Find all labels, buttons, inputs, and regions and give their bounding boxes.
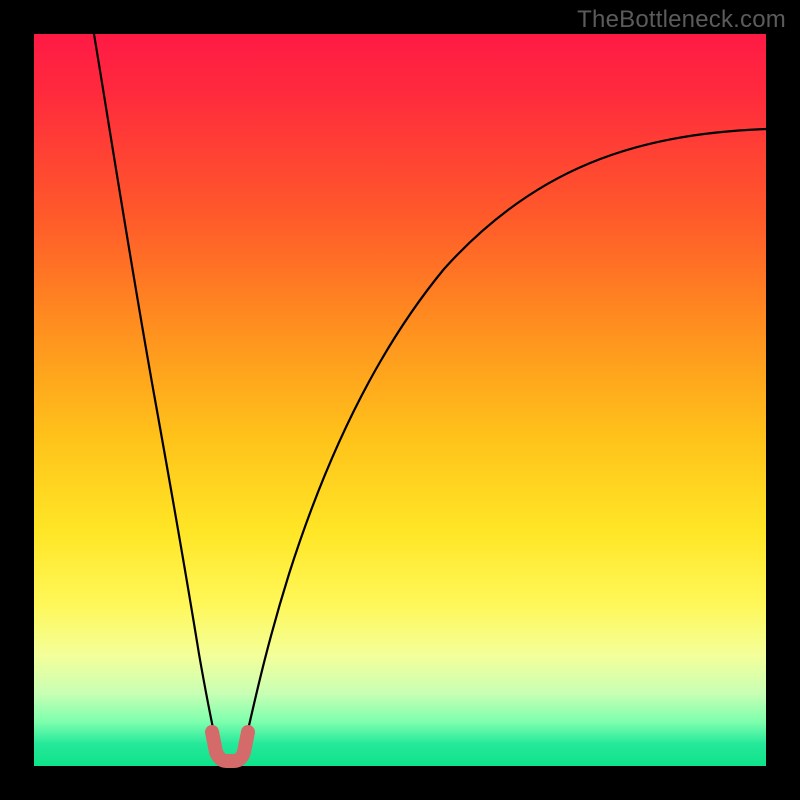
valley-knot xyxy=(212,732,248,761)
chart-frame: TheBottleneck.com xyxy=(0,0,800,800)
watermark-text: TheBottleneck.com xyxy=(577,6,786,34)
curve-layer xyxy=(34,34,766,766)
plot-area xyxy=(34,34,766,766)
left-branch-curve xyxy=(94,34,217,747)
right-branch-curve xyxy=(244,129,766,747)
